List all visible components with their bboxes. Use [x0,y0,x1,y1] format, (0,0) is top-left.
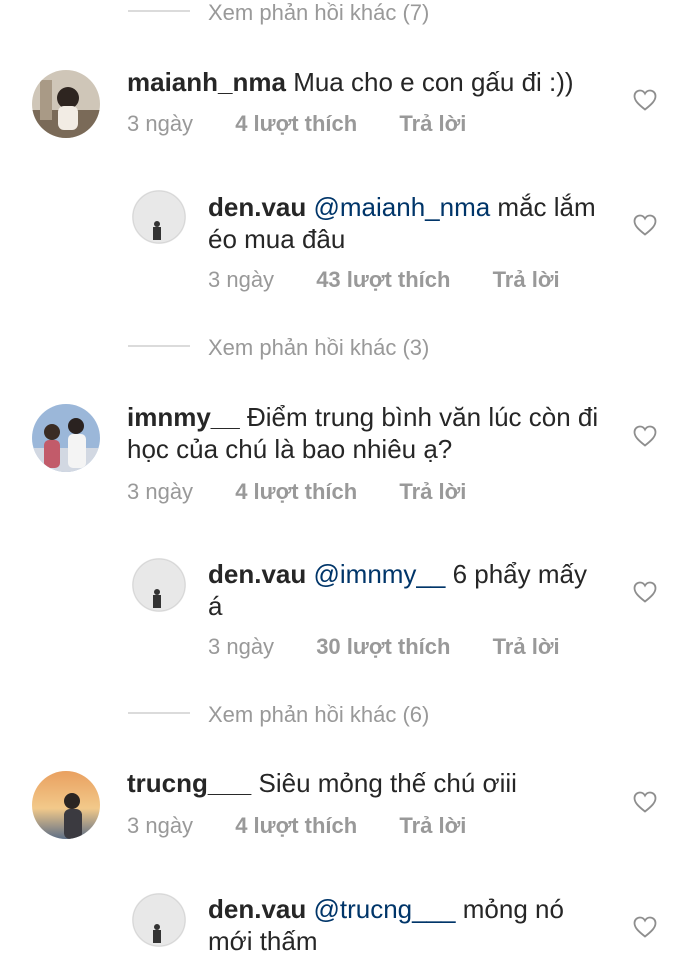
avatar-imnmy__[interactable] [32,404,100,472]
replies-divider [128,712,190,714]
replies-divider [128,10,190,12]
view-more-replies-link[interactable]: Xem phản hồi khác (7) [208,0,429,26]
heart-outline-icon[interactable] [633,425,657,447]
avatar-maianh_nma[interactable] [32,70,100,138]
reply-username[interactable]: den.vau [208,192,306,222]
heart-outline-icon[interactable] [633,214,657,236]
reply-username[interactable]: den.vau [208,559,306,589]
heart-outline-icon[interactable] [633,581,657,603]
comment-meta: 3 ngày 4 lượt thích Trả lời [127,479,466,505]
view-more-replies-link[interactable]: Xem phản hồi khác (6) [208,702,429,728]
reply-text: den.vau @trucng___ mỏng nó mới thấm [208,893,608,957]
avatar-trucng___[interactable] [32,771,100,839]
comment-time: 3 ngày [127,111,194,136]
comment-likes[interactable]: 4 lượt thích [235,111,357,136]
avatar-den.vau[interactable] [132,893,186,947]
reply-button[interactable]: Trả lời [399,479,466,504]
comment-time: 3 ngày [127,813,194,838]
reply-meta: 3 ngày 30 lượt thích Trả lời [208,634,560,660]
heart-outline-icon[interactable] [633,791,657,813]
comment-meta: 3 ngày 4 lượt thích Trả lời [127,111,466,137]
reply-time: 3 ngày [208,634,275,659]
reply-button[interactable]: Trả lời [493,634,560,659]
comment-body: Mua cho e con gấu đi :)) [293,67,574,97]
reply-username[interactable]: den.vau [208,894,306,924]
heart-outline-icon[interactable] [633,89,657,111]
avatar-den.vau[interactable] [132,190,186,244]
reply-text: den.vau @maianh_nma mắc lắm éo mua đâu [208,191,608,255]
reply-likes[interactable]: 43 lượt thích [316,267,450,292]
comment-body: Siêu mỏng thế chú ơiii [258,768,517,798]
comment-text: imnmy__ Điểm trung bình văn lúc còn đi h… [127,401,617,465]
reply-text: den.vau @imnmy__ 6 phẩy mấy á [208,558,608,622]
reply-meta: 3 ngày 43 lượt thích Trả lời [208,267,560,293]
reply-mention[interactable]: @maianh_nma [313,192,490,222]
heart-outline-icon[interactable] [633,916,657,938]
reply-likes[interactable]: 30 lượt thích [316,634,450,659]
comment-username[interactable]: maianh_nma [127,67,286,97]
avatar-den.vau[interactable] [132,558,186,612]
comment-text: maianh_nma Mua cho e con gấu đi :)) [127,66,607,98]
reply-mention[interactable]: @trucng___ [313,894,455,924]
comment-likes[interactable]: 4 lượt thích [235,813,357,838]
comment-meta: 3 ngày 4 lượt thích Trả lời [127,813,466,839]
view-more-replies-link[interactable]: Xem phản hồi khác (3) [208,335,429,361]
comment-time: 3 ngày [127,479,194,504]
reply-time: 3 ngày [208,267,275,292]
reply-button[interactable]: Trả lời [399,111,466,136]
replies-divider [128,345,190,347]
comment-text: trucng___ Siêu mỏng thế chú ơiii [127,767,607,799]
reply-mention[interactable]: @imnmy__ [313,559,445,589]
reply-button[interactable]: Trả lời [399,813,466,838]
comment-username[interactable]: imnmy__ [127,402,240,432]
comment-likes[interactable]: 4 lượt thích [235,479,357,504]
reply-button[interactable]: Trả lời [493,267,560,292]
comment-username[interactable]: trucng___ [127,768,251,798]
